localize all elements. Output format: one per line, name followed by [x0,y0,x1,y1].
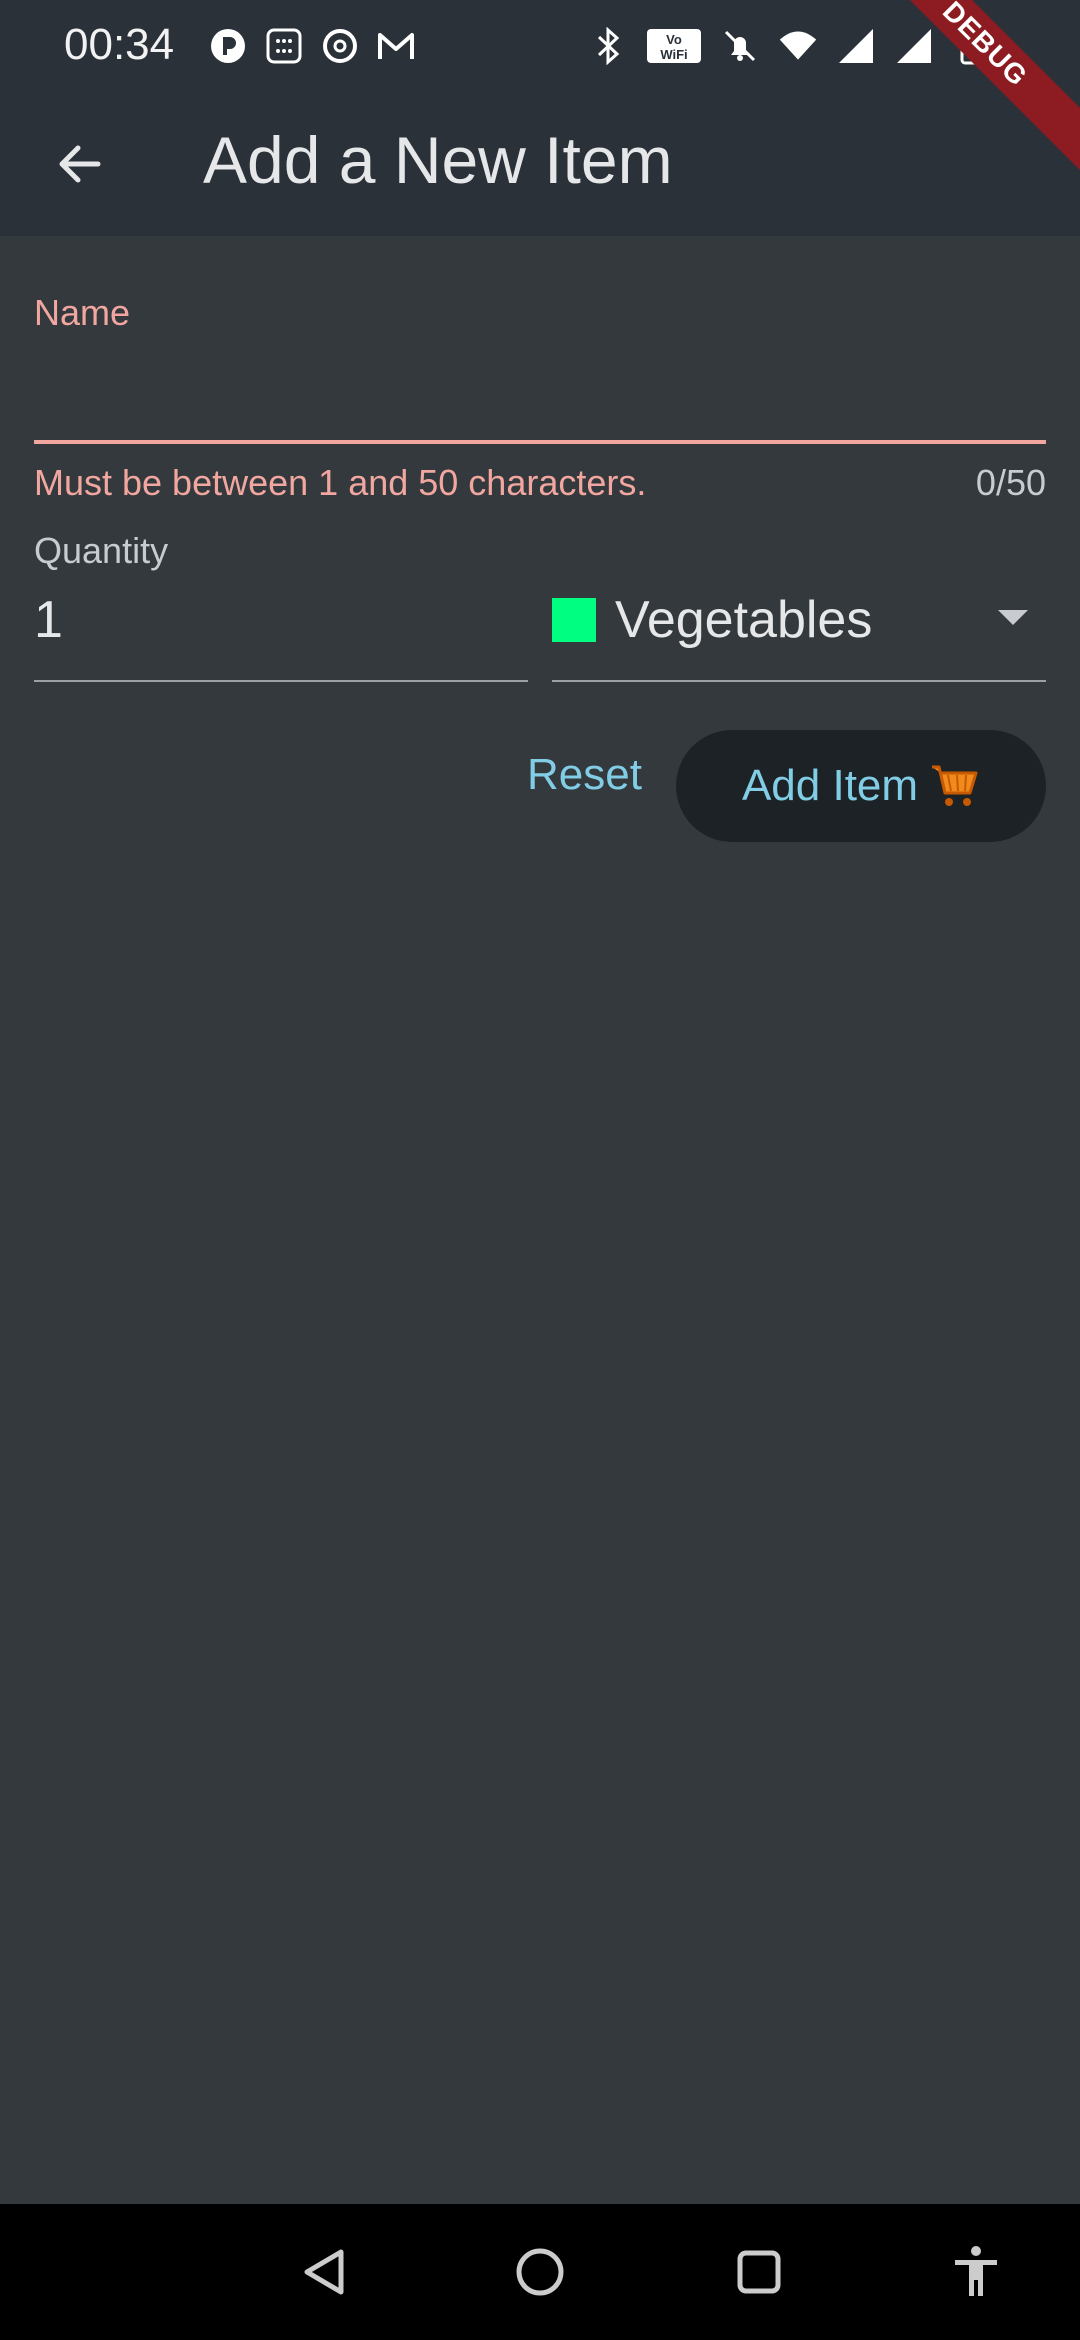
status-system-icons: Vo WiFi [588,24,992,68]
system-nav-bar [0,2204,1080,2340]
category-selected-value: Vegetables [615,591,873,649]
add-item-button[interactable]: Add Item [676,730,1046,842]
wifi-icon [778,26,818,66]
threads-icon [320,26,360,66]
mute-icon [720,26,760,66]
home-circle-icon [516,2248,564,2296]
svg-text:Vo: Vo [666,32,682,47]
arrow-back-icon [59,145,101,183]
reset-button[interactable]: Reset [527,750,642,800]
status-bar: 00:34 Vo WiFi [0,0,1080,92]
quantity-field-label: Quantity [34,530,169,571]
back-triangle-icon [304,2249,344,2295]
app-bar: Add a New Item [0,92,1080,236]
accessibility-icon [955,2246,997,2296]
nav-home-button[interactable] [506,2238,574,2306]
shopping-cart-icon [932,765,978,806]
recents-square-icon [737,2250,781,2294]
calculator-icon [264,26,304,66]
back-button[interactable] [40,124,120,204]
category-color-swatch [552,598,596,642]
category-dropdown-underline [552,680,1046,682]
name-field[interactable] [34,346,1046,442]
gmail-icon [376,26,416,66]
signal-r-icon [894,26,934,66]
quantity-field[interactable]: 1 [34,590,63,650]
name-char-counter: 0/50 [975,462,1046,503]
nav-recents-button[interactable] [725,2238,793,2306]
bluetooth-icon [588,26,628,66]
nav-accessibility-button[interactable] [942,2238,1010,2306]
name-field-label: Name [34,292,131,333]
add-item-label: Add Item [741,761,919,810]
svg-text:WiFi: WiFi [660,47,687,62]
signal-icon [836,26,876,66]
category-dropdown[interactable]: Vegetables [552,590,1046,682]
status-time: 00:34 [64,20,175,69]
vowifi-icon: Vo WiFi [646,26,702,66]
dropdown-arrow-icon [998,610,1028,625]
p-app-icon [208,26,248,66]
name-field-underline [34,440,1046,444]
status-notification-icons [208,24,416,68]
nav-back-button[interactable] [290,2238,358,2306]
page-title: Add a New Item [203,123,673,197]
name-error-text: Must be between 1 and 50 characters. [34,462,647,503]
quantity-field-underline [34,680,528,682]
